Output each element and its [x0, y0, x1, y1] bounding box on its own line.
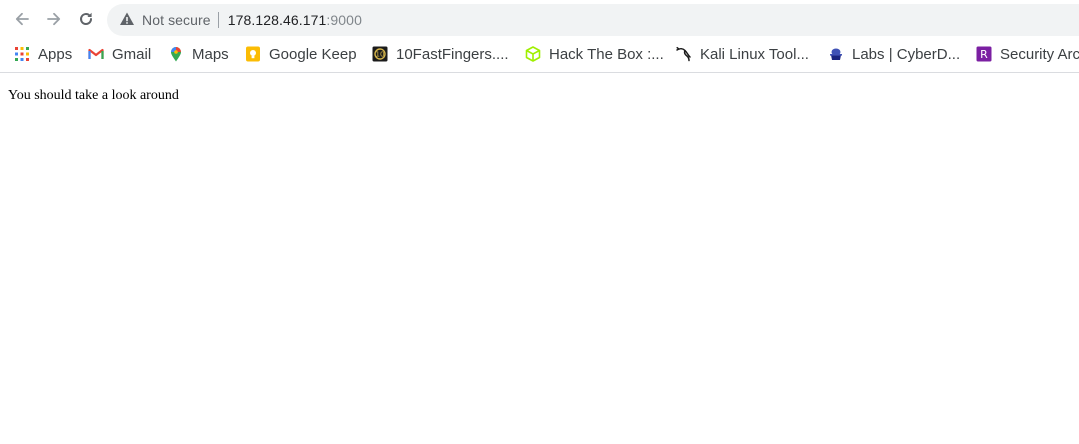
bookmark-10fastfingers[interactable]: 10 10FastFingers.... [372, 44, 509, 64]
url-host: 178.128.46.171 [227, 12, 327, 28]
warning-icon [119, 11, 135, 30]
url-text[interactable]: 178.128.46.171:9000 [228, 12, 362, 28]
keep-bulb-icon [245, 46, 261, 62]
bookmark-label: Hack The Box :... [549, 45, 664, 63]
bookmark-label: Google Keep [269, 45, 357, 63]
page-content: You should take a look around [0, 73, 1079, 119]
apps-grid-icon [14, 46, 30, 62]
maps-pin-icon [168, 46, 184, 62]
svg-text:R: R [980, 48, 988, 61]
security-arc-icon: R [976, 46, 992, 62]
security-indicator[interactable]: Not secure [119, 10, 211, 30]
gmail-icon [88, 46, 104, 62]
bookmark-kali-linux-tools[interactable]: Kali Linux Tool... [676, 44, 809, 64]
address-bar[interactable]: Not secure 178.128.46.171:9000 [107, 4, 1079, 36]
bookmark-label: Kali Linux Tool... [700, 45, 809, 63]
svg-text:10: 10 [376, 51, 385, 59]
browser-toolbar: Not secure 178.128.46.171:9000 [0, 0, 1079, 38]
page-message: You should take a look around [8, 88, 179, 103]
bookmark-label: Apps [38, 45, 73, 63]
bookmark-maps[interactable]: Maps [168, 44, 229, 64]
bookmark-label: Security Arc [1000, 45, 1079, 63]
forward-button[interactable] [41, 6, 67, 32]
bookmark-hack-the-box[interactable]: Hack The Box :... [525, 44, 664, 64]
bookmark-label: Maps [192, 45, 229, 63]
address-divider [217, 12, 219, 28]
arrow-left-icon [13, 10, 31, 28]
bookmark-apps[interactable]: Apps [14, 44, 72, 64]
hackthebox-cube-icon [525, 46, 541, 62]
security-label: Not secure [142, 12, 211, 28]
bookmarks-bar: Apps Gmail Maps Google Keep 10 10FastFin… [0, 38, 1079, 72]
cyberdefenders-icon [828, 46, 844, 62]
10fastfingers-icon: 10 [372, 46, 388, 62]
browser-chrome: Not secure 178.128.46.171:9000 Apps Gmai… [0, 0, 1079, 73]
bookmark-gmail[interactable]: Gmail [88, 44, 151, 64]
arrow-right-icon [45, 10, 63, 28]
back-button[interactable] [9, 6, 35, 32]
bookmark-label: Gmail [112, 45, 152, 63]
reload-icon [77, 10, 95, 28]
bookmark-label: 10FastFingers.... [396, 45, 509, 63]
kali-dragon-icon [676, 46, 692, 62]
reload-button[interactable] [73, 6, 99, 32]
bookmark-cyberdefenders[interactable]: Labs | CyberD... [828, 44, 960, 64]
bookmark-label: Labs | CyberD... [852, 45, 961, 63]
bookmark-google-keep[interactable]: Google Keep [245, 44, 357, 64]
bookmark-security-arc[interactable]: R Security Arc [976, 44, 1079, 64]
url-port: :9000 [326, 12, 362, 28]
